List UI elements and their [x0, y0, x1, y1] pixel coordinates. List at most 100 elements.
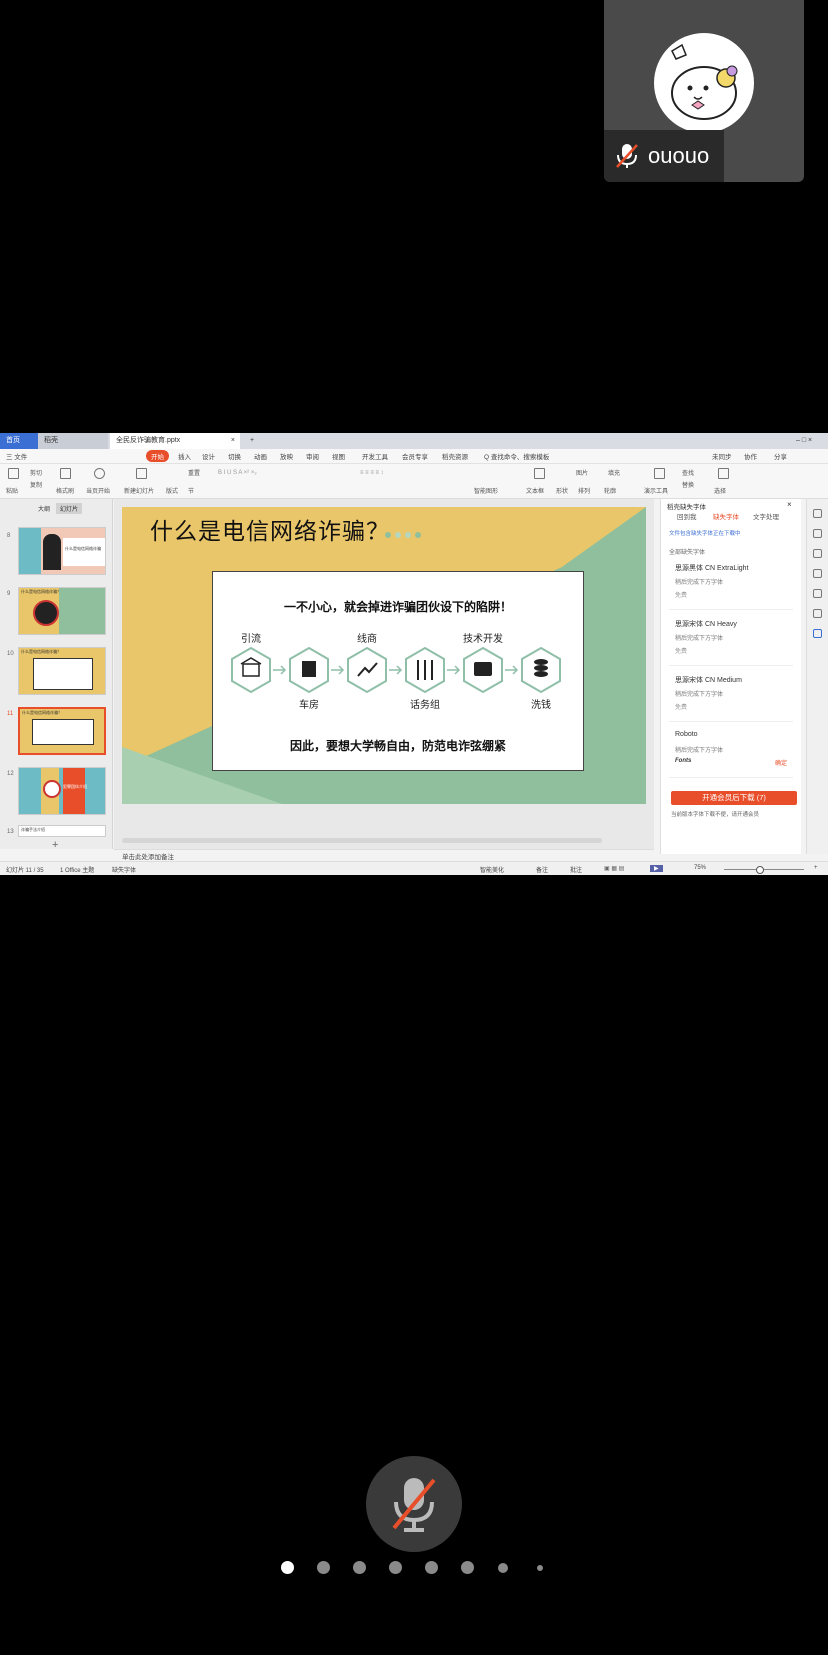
mute-toggle-button[interactable] — [366, 1456, 462, 1552]
font-card[interactable]: 思源宋体 CN Medium 稍后完成下方字体 免费 — [669, 669, 793, 722]
paste-icon[interactable] — [8, 468, 19, 479]
font-tool-icon[interactable] — [813, 629, 822, 638]
add-slide-icon[interactable]: + — [52, 839, 58, 851]
page-dot[interactable] — [317, 1561, 330, 1574]
replace-button[interactable]: 替换 — [682, 480, 694, 489]
paste-label[interactable]: 粘贴 — [6, 486, 18, 495]
new-slide-label[interactable]: 新建幻灯片 — [124, 486, 154, 495]
smartart-button[interactable]: 智能图形 — [474, 486, 498, 495]
download-status-link[interactable]: 文件包含缺失字体正在下载中 — [669, 529, 741, 537]
slide-canvas[interactable]: 什么是电信网络诈骗？ 一不小心，就会掉进诈骗团伙设下的陷阱！ 引流 车房 线商 … — [114, 499, 654, 849]
fill-button[interactable]: 填充 — [608, 468, 620, 477]
layout-button[interactable]: 版式 — [166, 486, 178, 495]
picture-icon[interactable] — [534, 468, 545, 479]
comments-toggle[interactable]: 批注 — [570, 865, 582, 874]
menu-design[interactable]: 设计 — [202, 451, 215, 461]
format-painter-label[interactable]: 格式刷 — [56, 486, 74, 495]
menu-member[interactable]: 会员专享 — [402, 451, 428, 461]
font-confirm-link[interactable]: 确定 — [775, 758, 787, 767]
slide-thumbnail[interactable]: 诈骗手法介绍 — [18, 825, 106, 837]
notes-area[interactable]: 单击此处添加备注 — [114, 849, 654, 861]
text-box-button[interactable]: 文本框 — [526, 486, 544, 495]
present-tools-label[interactable]: 演示工具 — [644, 486, 668, 495]
window-controls[interactable]: – □ × — [790, 433, 818, 449]
select-label[interactable]: 选择 — [714, 486, 726, 495]
zoom-slider[interactable] — [724, 869, 804, 870]
copy-button[interactable]: 复制 — [30, 480, 42, 489]
zoom-level[interactable]: 75% — [694, 865, 706, 871]
page-dot[interactable] — [537, 1565, 543, 1571]
notes-toggle[interactable]: 备注 — [536, 865, 548, 874]
download-fonts-button[interactable]: 开通会员后下载 (7) — [671, 791, 797, 805]
menu-insert[interactable]: 插入 — [178, 451, 191, 461]
horizontal-scrollbar[interactable] — [122, 838, 602, 843]
shared-screen[interactable]: 首页 稻壳 全民反诈骗教育.pptx × + – □ × 三 文件 开始 插入 … — [0, 433, 828, 875]
paragraph-tools[interactable]: ≡ ≡ ≡ ≡ ↕ — [360, 470, 384, 476]
missing-font-indicator[interactable]: 缺失字体 — [112, 865, 136, 874]
slide-thumbnail[interactable]: 什么是电信网络诈骗 — [18, 527, 106, 575]
tool-icon[interactable] — [813, 549, 822, 558]
image-button[interactable]: 图片 — [576, 468, 588, 477]
tool-icon[interactable] — [813, 509, 822, 518]
slide-thumbnail[interactable]: 什么是电信网络诈骗？ — [18, 587, 106, 635]
beautify-button[interactable]: 智能美化 — [480, 865, 504, 874]
font-card[interactable]: 思源黑体 CN ExtraLight 稍后完成下方字体 免费 — [669, 557, 793, 610]
tab-fonts-back[interactable]: 回到我 — [677, 511, 697, 521]
bold-italic-tools[interactable]: B I U S A ×² ×₂ — [218, 470, 257, 476]
page-dot[interactable] — [461, 1561, 474, 1574]
present-tools-icon[interactable] — [654, 468, 665, 479]
collab-button[interactable]: 协作 — [744, 451, 757, 461]
close-icon[interactable]: × — [231, 433, 235, 449]
view-mode-icons[interactable]: ▣ ▦ ▤ — [604, 865, 624, 872]
cut-button[interactable]: 剪切 — [30, 468, 42, 477]
page-dot[interactable] — [425, 1561, 438, 1574]
menu-view[interactable]: 视图 — [332, 451, 345, 461]
slide-thumbnail[interactable]: 什么是电信网络诈骗？ — [18, 647, 106, 695]
slide-thumbnail[interactable]: 犯罪团伙介绍 — [18, 767, 106, 815]
participant-tile[interactable]: ououo — [604, 0, 804, 182]
arrange-button[interactable]: 排列 — [578, 486, 590, 495]
select-icon[interactable] — [718, 468, 729, 479]
sync-status[interactable]: 未同步 — [712, 451, 732, 461]
new-tab-icon[interactable]: + — [244, 433, 260, 449]
section-button[interactable]: 节 — [188, 486, 194, 495]
tool-icon[interactable] — [813, 569, 822, 578]
play-icon[interactable] — [94, 468, 105, 479]
page-dot-active[interactable] — [281, 1561, 294, 1574]
find-button[interactable]: 查找 — [682, 468, 694, 477]
tool-icon[interactable] — [813, 609, 822, 618]
tab-outline[interactable]: 大纲 — [34, 503, 54, 514]
tool-icon[interactable] — [813, 529, 822, 538]
menu-docer[interactable]: 稻壳资源 — [442, 451, 468, 461]
play-label[interactable]: 当页开始 — [86, 486, 110, 495]
play-slideshow-icon[interactable]: ▶ — [650, 865, 663, 872]
tab-docer[interactable]: 稻壳 — [38, 433, 108, 449]
tab-text-processing[interactable]: 文字处理 — [753, 511, 779, 521]
menu-file[interactable]: 三 文件 — [6, 451, 27, 461]
tab-home[interactable]: 首页 — [0, 433, 38, 449]
tab-document[interactable]: 全民反诈骗教育.pptx × — [110, 433, 240, 449]
search-commands[interactable]: Q 查找命令、搜索模板 — [484, 451, 549, 461]
font-card[interactable]: Roboto 稍后完成下方字体 Fonts 确定 — [669, 725, 793, 778]
tool-icon[interactable] — [813, 589, 822, 598]
menu-start[interactable]: 开始 — [146, 450, 169, 462]
page-dot[interactable] — [389, 1561, 402, 1574]
new-slide-icon[interactable] — [136, 468, 147, 479]
tab-slides[interactable]: 幻灯片 — [56, 503, 83, 514]
outline-button[interactable]: 轮廓 — [604, 486, 616, 495]
shape-button[interactable]: 形状 — [556, 486, 568, 495]
slide-thumbnail-selected[interactable]: 什么是电信网络诈骗？ — [18, 707, 106, 755]
menu-animation[interactable]: 动画 — [254, 451, 267, 461]
zoom-slider-handle[interactable] — [756, 866, 764, 874]
menu-review[interactable]: 审阅 — [306, 451, 319, 461]
format-painter-icon[interactable] — [60, 468, 71, 479]
slide[interactable]: 什么是电信网络诈骗？ 一不小心，就会掉进诈骗团伙设下的陷阱！ 引流 车房 线商 … — [122, 507, 646, 804]
share-button[interactable]: 分享 — [774, 451, 787, 461]
reset-button[interactable]: 重置 — [188, 468, 200, 477]
tab-missing-fonts[interactable]: 缺失字体 — [713, 511, 739, 521]
page-dot[interactable] — [353, 1561, 366, 1574]
menu-transition[interactable]: 切换 — [228, 451, 241, 461]
menu-slideshow[interactable]: 放映 — [280, 451, 293, 461]
page-dot[interactable] — [498, 1563, 508, 1573]
font-card[interactable]: 思源宋体 CN Heavy 稍后完成下方字体 免费 — [669, 613, 793, 666]
